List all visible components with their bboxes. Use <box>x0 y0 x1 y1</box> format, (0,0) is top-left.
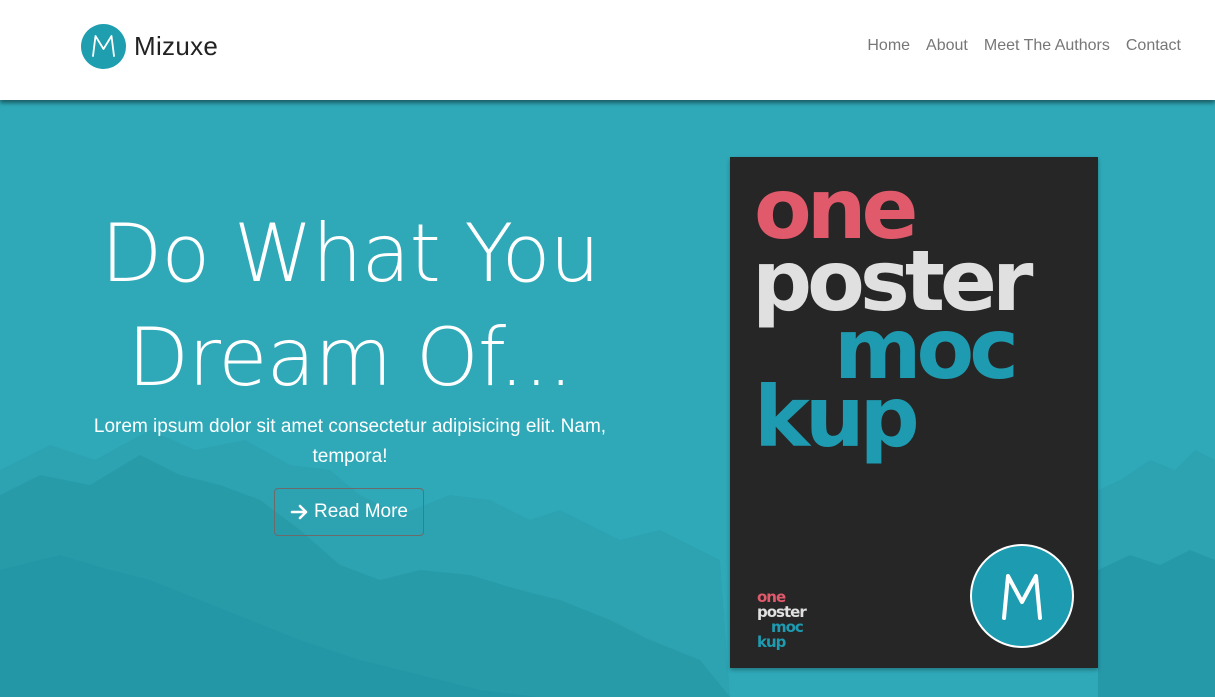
brand-link[interactable]: Mizuxe <box>81 24 218 69</box>
main-nav: Home About Meet The Authors Contact <box>867 37 1181 55</box>
headline-line-2: Dream Of... <box>127 311 574 404</box>
nav-home[interactable]: Home <box>867 37 910 55</box>
poster-m-badge-icon <box>970 544 1074 648</box>
read-more-label: Read More <box>314 501 408 522</box>
arrow-right-icon <box>290 504 308 520</box>
poster-mini-logo: one poster moc kup <box>757 590 807 651</box>
nav-meet-the-authors[interactable]: Meet The Authors <box>984 37 1110 55</box>
hero-section: Do What You Dream Of... Lorem ipsum dolo… <box>0 100 1215 697</box>
mini-word-kup: kup <box>757 633 786 651</box>
hero-headline: Do What You Dream Of... <box>40 202 660 410</box>
nav-about[interactable]: About <box>926 37 968 55</box>
read-more-button[interactable]: Read More <box>274 488 424 536</box>
headline-line-1: Do What You <box>100 207 600 300</box>
navbar: Mizuxe Home About Meet The Authors Conta… <box>0 0 1215 100</box>
m-logo-icon <box>81 24 126 69</box>
nav-contact[interactable]: Contact <box>1126 37 1181 55</box>
poster-mockup-image: one poster moc kup one poster moc kup <box>730 157 1098 668</box>
poster-word-kup: kup <box>754 368 920 466</box>
hero-subtext: Lorem ipsum dolor sit amet consectetur a… <box>93 416 607 467</box>
brand-name: Mizuxe <box>134 31 219 61</box>
